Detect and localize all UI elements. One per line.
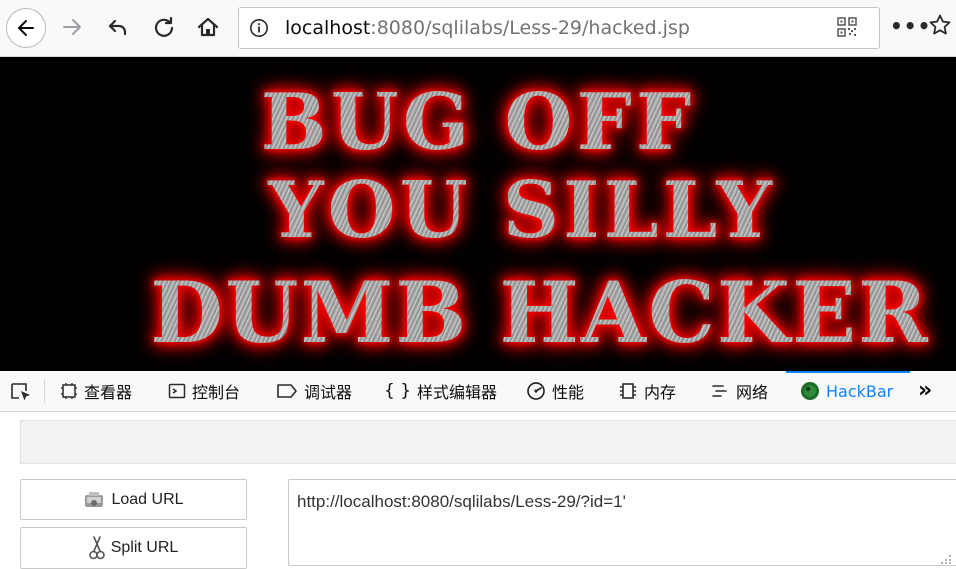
banner-line-1: BUG OFF <box>0 77 956 168</box>
url-host: localhost <box>285 17 371 39</box>
info-icon[interactable] <box>249 18 269 38</box>
resize-grip-icon[interactable] <box>940 552 952 564</box>
more-actions-button[interactable]: ••• <box>890 12 931 40</box>
hackbar-panel: Load URL Split URL http://localhost:8080… <box>0 412 956 569</box>
tab-performance[interactable]: 性能 <box>526 371 584 411</box>
hacked-banner-image: BUG OFF YOU SILLY DUMB HACKER <box>0 57 956 371</box>
element-picker-icon[interactable] <box>10 382 32 402</box>
style-editor-icon: { } <box>384 381 412 401</box>
tab-style-editor[interactable]: { } 样式编辑器 <box>384 371 497 411</box>
console-icon <box>168 382 186 400</box>
tab-inspector[interactable]: 查看器 <box>60 371 132 411</box>
undo-button[interactable] <box>100 9 136 45</box>
reload-icon <box>154 16 174 37</box>
back-arrow-icon <box>18 20 34 36</box>
tab-network[interactable]: 网络 <box>710 371 768 411</box>
browser-toolbar: localhost:8080/sqlilabs/Less-29/hacked.j… <box>0 0 956 57</box>
address-bar[interactable]: localhost:8080/sqlilabs/Less-29/hacked.j… <box>238 7 880 49</box>
reload-button[interactable] <box>146 9 182 45</box>
bookmark-star-icon[interactable] <box>928 13 952 37</box>
back-button[interactable] <box>6 8 46 48</box>
tab-label: HackBar <box>826 381 894 401</box>
url-path: :8080/sqlilabs/Less-29/hacked.jsp <box>370 17 690 39</box>
home-icon <box>197 17 219 37</box>
tab-console[interactable]: 控制台 <box>168 371 240 411</box>
forward-button[interactable] <box>54 9 90 45</box>
memory-icon <box>618 382 638 400</box>
banner-line-2: YOU SILLY <box>44 165 956 256</box>
hackbar-menu-bar <box>20 420 956 464</box>
network-icon <box>710 382 730 400</box>
tab-label: 内存 <box>644 383 677 402</box>
tab-label: 性能 <box>552 383 585 402</box>
devtools-tab-bar: 查看器 控制台 调试器 { } 样式编辑器 性能 内存 网络 HackBar » <box>0 371 956 412</box>
scissors-icon <box>88 536 105 560</box>
tab-label: 样式编辑器 <box>417 383 498 402</box>
qr-code-icon[interactable] <box>837 17 857 37</box>
home-button[interactable] <box>190 9 226 45</box>
hackbar-icon <box>800 381 820 401</box>
inspector-icon <box>60 382 78 400</box>
tab-label: 控制台 <box>192 383 241 402</box>
tab-memory[interactable]: 内存 <box>618 371 676 411</box>
performance-icon <box>526 381 546 401</box>
tab-overflow-button[interactable]: » <box>918 379 932 403</box>
tab-separator <box>44 379 45 403</box>
tab-debugger[interactable]: 调试器 <box>276 371 352 411</box>
banner-line-3: DUMB HACKER <box>62 263 956 362</box>
tab-hackbar[interactable]: HackBar <box>800 371 893 411</box>
hackbar-url-textarea[interactable]: http://localhost:8080/sqlilabs/Less-29/?… <box>288 479 956 566</box>
url-text[interactable]: localhost:8080/sqlilabs/Less-29/hacked.j… <box>285 17 690 39</box>
load-url-button[interactable]: Load URL <box>20 479 247 520</box>
undo-arrow-icon <box>108 19 127 36</box>
debugger-icon <box>276 383 298 399</box>
tab-label: 查看器 <box>84 383 133 402</box>
forward-arrow-icon <box>63 19 81 35</box>
tab-label: 网络 <box>736 383 769 402</box>
tab-label: 调试器 <box>304 383 353 402</box>
load-url-icon <box>83 491 105 509</box>
split-url-button[interactable]: Split URL <box>20 527 247 569</box>
load-url-label: Load URL <box>111 490 184 508</box>
split-url-label: Split URL <box>110 539 179 556</box>
